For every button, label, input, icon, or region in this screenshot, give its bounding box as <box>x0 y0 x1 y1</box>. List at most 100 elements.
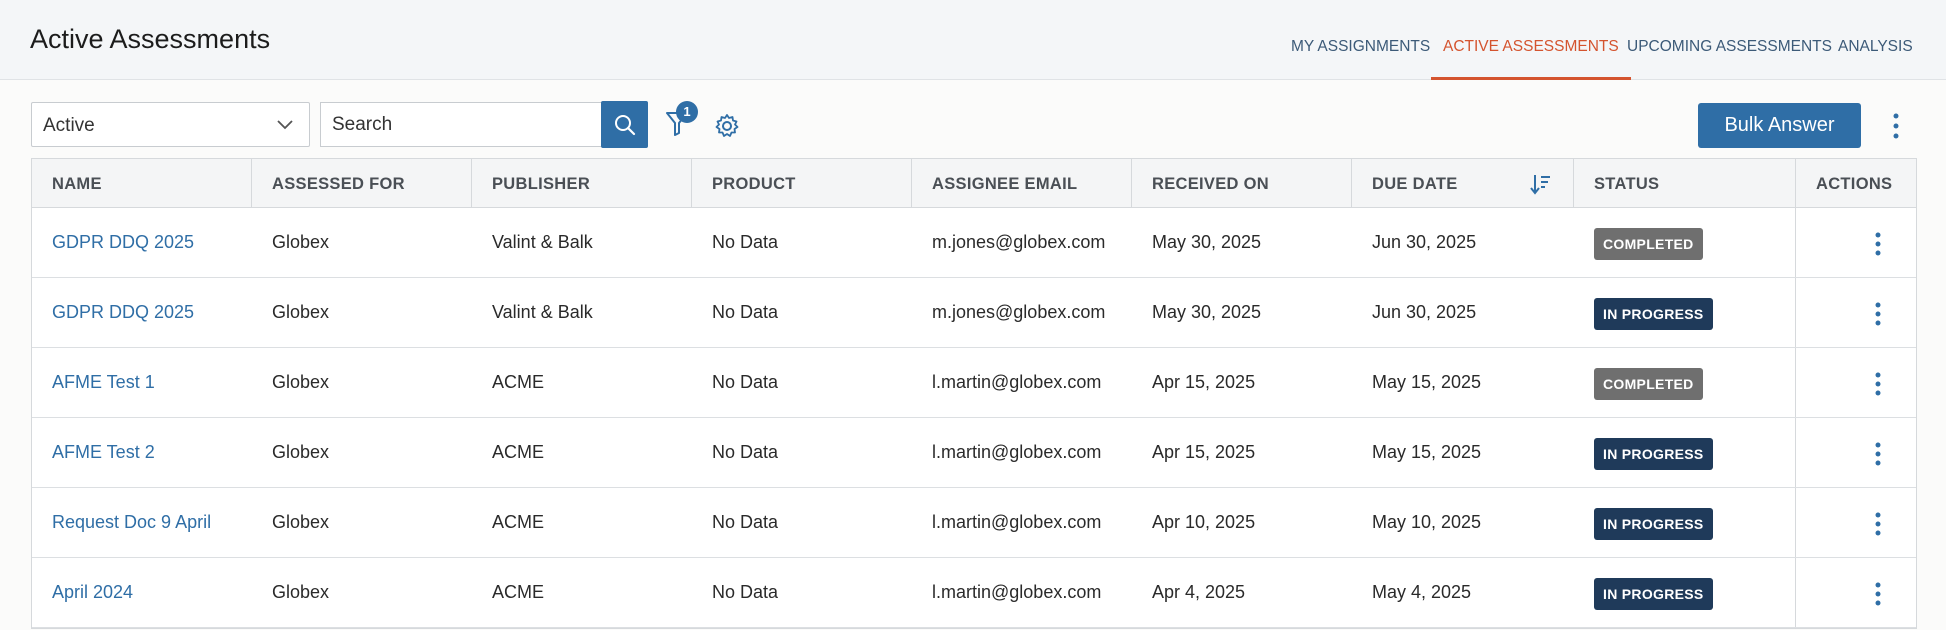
filter-count-badge: 1 <box>676 101 698 123</box>
product-cell: No Data <box>712 512 779 532</box>
received-on-cell: May 30, 2025 <box>1152 232 1262 252</box>
column-header-received-on[interactable]: RECEIVED ON <box>1132 159 1352 208</box>
due-date-cell: Jun 30, 2025 <box>1372 232 1477 252</box>
product-cell: No Data <box>712 302 779 322</box>
table-body: GDPR DDQ 2025 Globex Valint & Balk No Data m… <box>32 208 1916 628</box>
search-input[interactable] <box>320 102 603 147</box>
chevron-down-icon <box>277 120 293 130</box>
status-badge: IN PROGRESS <box>1594 508 1713 540</box>
column-header-assignee-email[interactable]: ASSIGNEE EMAIL <box>912 159 1132 208</box>
row-actions-icon[interactable] <box>1868 230 1888 258</box>
assignee-email-cell: l.martin@globex.com <box>932 372 1102 392</box>
bulk-answer-button[interactable]: Bulk Answer <box>1698 103 1861 148</box>
actions-column-divider <box>1795 208 1796 277</box>
column-header-assessed-for[interactable]: ASSESSED FOR <box>252 159 472 208</box>
status-badge: IN PROGRESS <box>1594 298 1713 330</box>
column-header-product[interactable]: PRODUCT <box>692 159 912 208</box>
status-badge: IN PROGRESS <box>1594 578 1713 610</box>
row-actions-dot <box>1875 591 1881 597</box>
row-actions-dot <box>1875 600 1881 606</box>
due-date-cell: Jun 30, 2025 <box>1372 302 1477 322</box>
actions-column-divider <box>1795 558 1796 627</box>
row-actions-dot <box>1875 241 1881 247</box>
row-actions-dot <box>1875 530 1881 536</box>
page-title: Active Assessments <box>30 24 271 54</box>
row-actions-icon[interactable] <box>1868 440 1888 468</box>
row-actions-icon[interactable] <box>1868 510 1888 538</box>
publisher-cell: ACME <box>492 372 545 392</box>
column-header-actions: ACTIONS <box>1816 175 1893 193</box>
row-actions-dot <box>1875 451 1881 457</box>
actions-column-divider <box>1795 278 1796 347</box>
row-actions-dot <box>1875 250 1881 256</box>
table-row[interactable]: AFME Test 2 Globex ACME No Data l.martin@glo… <box>32 418 1916 488</box>
row-actions-dot <box>1875 320 1881 326</box>
table-row[interactable]: GDPR DDQ 2025 Globex Valint & Balk No Data m… <box>32 208 1916 278</box>
column-header-due-date[interactable]: DUE DATE <box>1352 159 1574 208</box>
due-date-cell: May 15, 2025 <box>1372 442 1482 462</box>
status-badge: IN PROGRESS <box>1594 438 1713 470</box>
column-header-publisher[interactable]: PUBLISHER <box>472 159 692 208</box>
actions-column-divider <box>1795 348 1796 417</box>
tab-analysis[interactable]: ANALYSIS <box>1838 0 1913 80</box>
row-actions-icon[interactable] <box>1868 370 1888 398</box>
received-on-cell: Apr 15, 2025 <box>1152 442 1256 462</box>
search-button[interactable] <box>601 101 648 148</box>
page-header: Active Assessments MY ASSIGNMENTS ACTIVE… <box>0 0 1946 80</box>
assignee-email-cell: l.martin@globex.com <box>932 582 1102 602</box>
assessment-name-link[interactable]: GDPR DDQ 2025 <box>32 278 194 347</box>
received-on-cell: Apr 15, 2025 <box>1152 372 1256 392</box>
gear-icon[interactable] <box>714 113 740 139</box>
assessments-table: NAME ASSESSED FOR PUBLISHER PRODUCT ASSI… <box>31 158 1917 629</box>
assignee-email-cell: m.jones@globex.com <box>932 302 1106 322</box>
status-filter-value: Active <box>43 115 95 136</box>
search-icon <box>615 115 636 136</box>
assessed-for-cell: Globex <box>272 442 330 462</box>
publisher-cell: ACME <box>492 512 545 532</box>
row-actions-dot <box>1875 582 1881 588</box>
publisher-cell: ACME <box>492 582 545 602</box>
assessment-name-link[interactable]: GDPR DDQ 2025 <box>32 208 194 277</box>
column-header-name[interactable]: NAME <box>32 159 252 208</box>
more-options-icon[interactable] <box>1884 108 1908 144</box>
row-actions-icon[interactable] <box>1868 300 1888 328</box>
product-cell: No Data <box>712 372 779 392</box>
row-actions-dot <box>1875 311 1881 317</box>
row-actions-icon[interactable] <box>1868 580 1888 608</box>
assignee-email-cell: l.martin@globex.com <box>932 512 1102 532</box>
table-row[interactable]: AFME Test 1 Globex ACME No Data l.martin@glo… <box>32 348 1916 418</box>
status-badge: COMPLETED <box>1594 368 1703 400</box>
tab-active-assessments[interactable]: ACTIVE ASSESSMENTS <box>1431 0 1631 80</box>
table-row[interactable]: GDPR DDQ 2025 Globex Valint & Balk No Data m… <box>32 278 1916 348</box>
row-actions-dot <box>1875 232 1881 238</box>
table-row[interactable]: Request Doc 9 April Globex ACME No Data l.ma… <box>32 488 1916 558</box>
actions-column-divider <box>1795 488 1796 557</box>
product-cell: No Data <box>712 582 779 602</box>
table-row[interactable]: April 2024 Globex ACME No Data l.martin@glob… <box>32 558 1916 628</box>
assessment-name-link[interactable]: AFME Test 2 <box>32 418 155 487</box>
publisher-cell: Valint & Balk <box>492 302 593 322</box>
row-actions-dot <box>1875 390 1881 396</box>
tab-upcoming-assessments[interactable]: UPCOMING ASSESSMENTS <box>1627 0 1832 80</box>
product-cell: No Data <box>712 232 779 252</box>
assignee-email-cell: l.martin@globex.com <box>932 442 1102 462</box>
actions-column-divider <box>1795 418 1796 487</box>
received-on-cell: May 30, 2025 <box>1152 302 1262 322</box>
assessment-name-link[interactable]: Request Doc 9 April <box>32 488 211 557</box>
publisher-cell: ACME <box>492 442 545 462</box>
status-filter-select[interactable]: Active <box>31 102 310 147</box>
sort-descending-icon[interactable] <box>1530 173 1552 195</box>
row-actions-dot <box>1875 442 1881 448</box>
publisher-cell: Valint & Balk <box>492 232 593 252</box>
tab-my-assignments[interactable]: MY ASSIGNMENTS <box>1291 0 1430 80</box>
due-date-cell: May 15, 2025 <box>1372 372 1482 392</box>
assessed-for-cell: Globex <box>272 372 330 392</box>
status-badge: COMPLETED <box>1594 228 1703 260</box>
assessment-name-link[interactable]: April 2024 <box>32 558 133 627</box>
assessed-for-cell: Globex <box>272 302 330 322</box>
assignee-email-cell: m.jones@globex.com <box>932 232 1106 252</box>
due-date-cell: May 10, 2025 <box>1372 512 1482 532</box>
row-actions-dot <box>1875 521 1881 527</box>
column-header-status[interactable]: STATUS <box>1574 159 1796 208</box>
assessment-name-link[interactable]: AFME Test 1 <box>32 348 155 417</box>
